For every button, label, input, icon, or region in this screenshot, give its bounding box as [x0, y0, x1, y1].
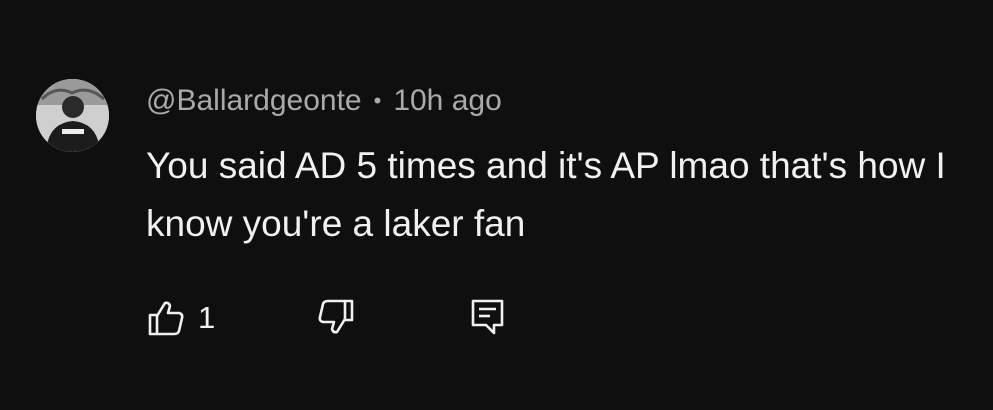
comment-card: @Ballardgeonte • 10h ago You said AD 5 t…: [0, 0, 993, 410]
author-handle[interactable]: @Ballardgeonte: [146, 84, 362, 118]
timestamp: 10h ago: [393, 84, 502, 117]
dislike-button[interactable]: [316, 297, 356, 337]
reply-icon: [471, 299, 504, 335]
avatar-image: [36, 79, 109, 152]
thumbs-down-icon: [318, 299, 354, 334]
comment-text: You said AD 5 times and it's AP lmao tha…: [146, 145, 946, 244]
like-button[interactable]: 1: [146, 298, 215, 338]
comment-actions: 1: [146, 293, 504, 343]
comment-meta: @Ballardgeonte • 10h ago: [146, 81, 502, 121]
like-count: 1: [198, 300, 216, 335]
thumbs-up-icon: [148, 301, 184, 336]
meta-separator: •: [373, 88, 382, 113]
reply-button[interactable]: [468, 297, 508, 337]
avatar[interactable]: [36, 79, 109, 152]
